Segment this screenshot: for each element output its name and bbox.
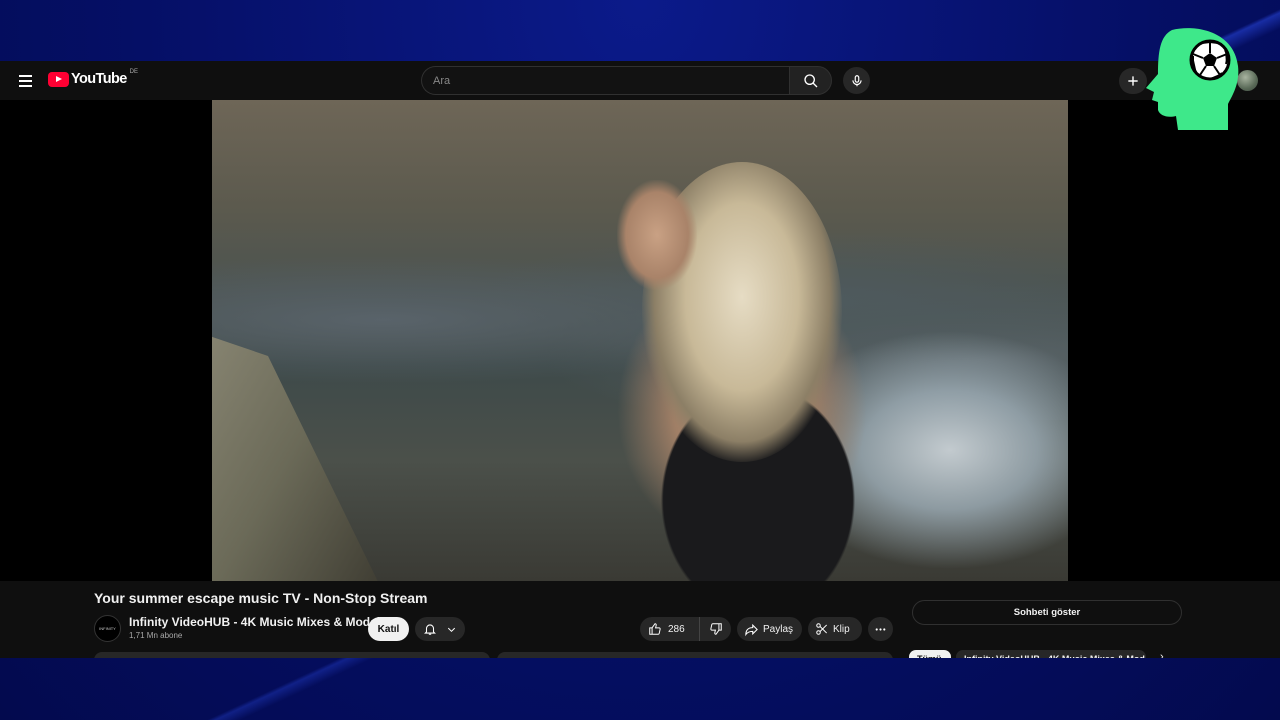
voice-search-button[interactable] (843, 67, 870, 94)
clip-button[interactable]: Klip (808, 617, 862, 641)
description-card-left[interactable] (94, 652, 490, 658)
more-actions-button[interactable] (868, 617, 893, 641)
youtube-logo[interactable]: YouTube DE (48, 69, 139, 87)
microphone-icon (851, 74, 862, 86)
logo-text: YouTube (71, 71, 127, 87)
chevron-right-icon[interactable]: › (1160, 651, 1164, 658)
chip-channel[interactable]: Infinity VideoHUB - 4K Music Mixes & Mod (956, 650, 1146, 658)
search-button[interactable] (789, 66, 832, 95)
like-button[interactable]: 286 (640, 617, 700, 641)
share-label: Paylaş (763, 623, 794, 635)
channel-avatar[interactable]: INFINITY (94, 615, 121, 642)
masthead: YouTube DE (0, 61, 1280, 100)
description-card-right[interactable] (497, 652, 893, 658)
more-horizontal-icon (875, 627, 886, 631)
like-dislike-group: 286 (640, 617, 731, 641)
chip-all[interactable]: Tümü (909, 650, 951, 658)
youtube-play-icon (48, 71, 69, 87)
video-player[interactable] (0, 100, 1280, 581)
scissors-icon (816, 623, 828, 635)
video-scene-face (617, 180, 697, 290)
brain-football-logo (1146, 28, 1239, 131)
thumbs-down-icon (709, 623, 722, 635)
thumbs-up-icon (649, 623, 661, 635)
join-button[interactable]: Katıl (368, 617, 409, 641)
video-title: Your summer escape music TV - Non-Stop S… (94, 590, 428, 606)
video-frame[interactable] (212, 100, 1068, 581)
subscriber-count: 1,71 Mn abone (129, 631, 183, 640)
show-chat-button[interactable]: Sohbeti göster (912, 600, 1182, 625)
share-icon (745, 623, 758, 636)
search-icon (803, 73, 817, 87)
menu-icon[interactable] (14, 70, 36, 92)
notifications-button[interactable] (415, 617, 465, 641)
youtube-window: YouTube DE Your summer escape music TV -… (0, 61, 1280, 658)
dislike-button[interactable] (700, 617, 731, 641)
bell-icon (424, 624, 437, 635)
clip-label: Klip (833, 623, 850, 635)
search-input[interactable] (421, 66, 789, 95)
like-count: 286 (668, 623, 685, 635)
channel-avatar-text: INFINITY (99, 626, 116, 631)
chevron-down-icon (447, 627, 455, 632)
plus-icon (1128, 76, 1138, 86)
country-code: DE (129, 69, 139, 75)
share-button[interactable]: Paylaş (737, 617, 802, 641)
channel-name[interactable]: Infinity VideoHUB - 4K Music Mixes & Mod… (129, 615, 387, 629)
